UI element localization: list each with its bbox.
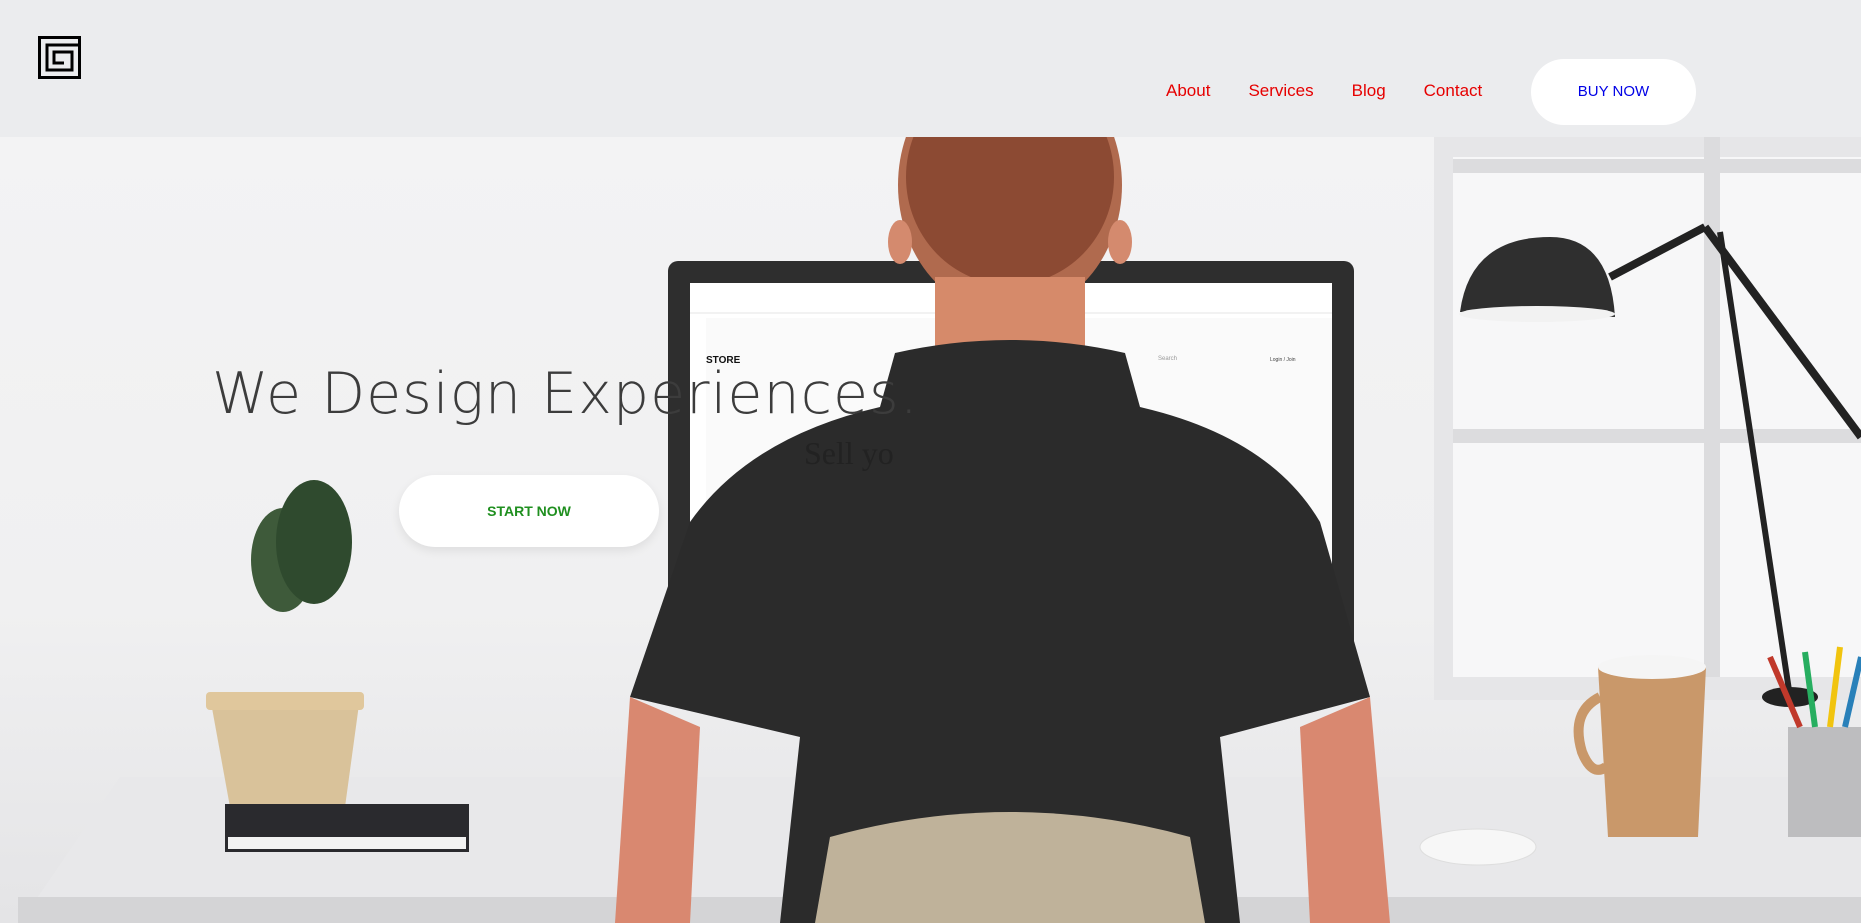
hero-section: STORE Search Login / Join Sell yo We Des… (0, 137, 1861, 923)
square-spiral-logo-icon[interactable] (38, 36, 81, 79)
site-header: About Services Blog Contact BUY NOW (0, 0, 1861, 137)
main-nav: About Services Blog Contact (1166, 80, 1482, 102)
window-frame (1434, 137, 1861, 700)
monitor-login-text: Login / Join (1270, 357, 1296, 363)
start-now-button[interactable]: START NOW (399, 475, 659, 547)
nav-about-link[interactable]: About (1166, 80, 1210, 102)
mouse (1419, 828, 1537, 866)
nav-blog-link[interactable]: Blog (1352, 80, 1386, 102)
nav-contact-link[interactable]: Contact (1424, 80, 1483, 102)
buy-now-button[interactable]: BUY NOW (1531, 59, 1696, 125)
monitor-headline-text: Sell yo (804, 435, 894, 471)
hero-illustration (18, 137, 1861, 923)
monitor-search-text: Search (1158, 356, 1178, 362)
nav-services-link[interactable]: Services (1248, 80, 1313, 102)
hero-title: We Design Experiences. (212, 361, 919, 427)
